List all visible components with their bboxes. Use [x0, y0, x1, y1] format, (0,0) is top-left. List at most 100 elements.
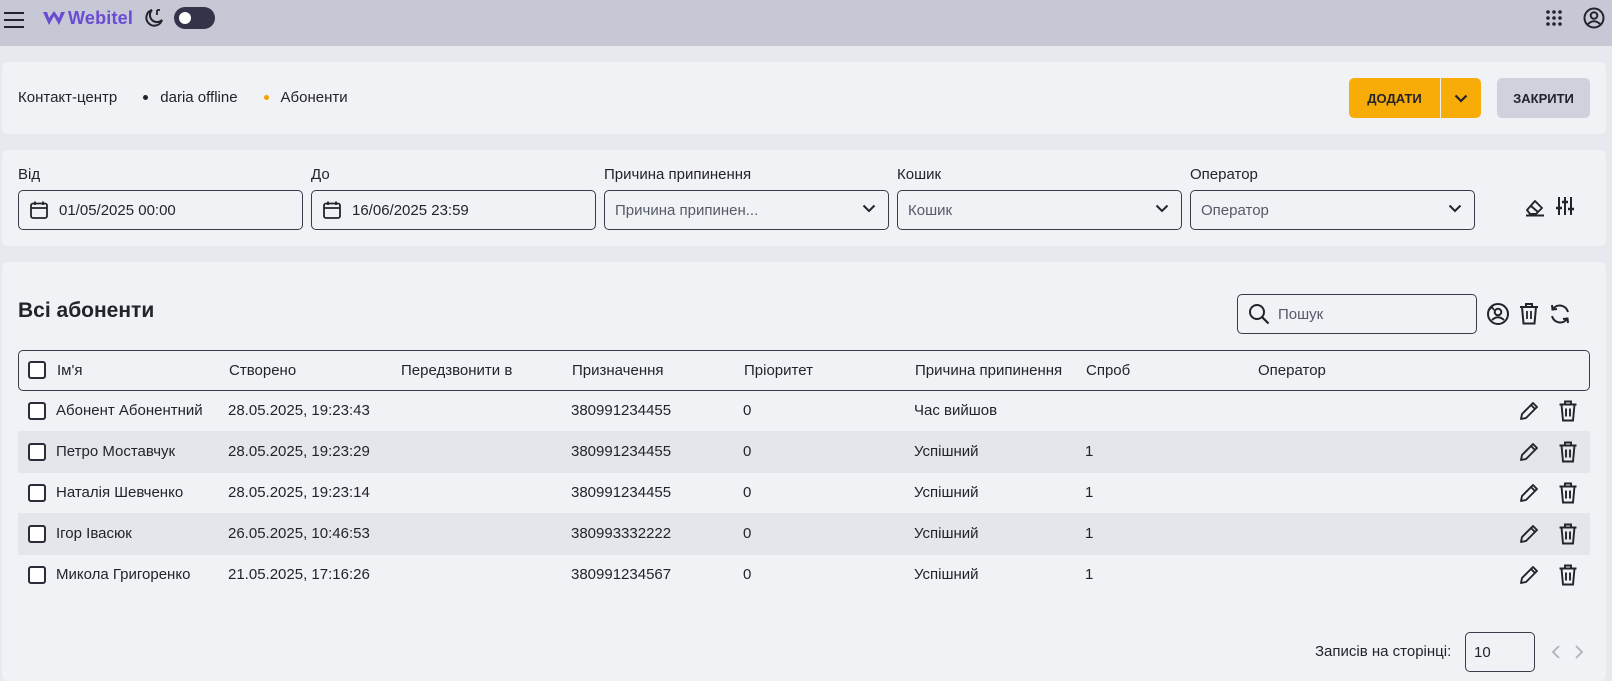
breadcrumb-separator-active — [263, 95, 269, 100]
filter-from: Від 01/05/2025 00:00 — [18, 166, 303, 230]
table-header: Ім'я Створено Передзвонити в Призначення… — [18, 350, 1590, 391]
table-row[interactable]: Абонент Абонентний 28.05.2025, 19:23:43 … — [18, 390, 1590, 432]
chevron-right-icon[interactable] — [1574, 644, 1584, 660]
moon-phone-icon[interactable] — [143, 7, 165, 29]
per-page-label: Записів на сторінці: — [1315, 643, 1452, 660]
cell-attempts: 1 — [1085, 525, 1094, 542]
calendar-icon — [323, 201, 341, 219]
cell-created: 21.05.2025, 17:16:26 — [228, 566, 370, 583]
delete-icon[interactable] — [1558, 523, 1578, 545]
chevron-down-icon — [1155, 204, 1169, 213]
table-row[interactable]: Наталія Шевченко 28.05.2025, 19:23:14 38… — [18, 472, 1590, 514]
delete-icon[interactable] — [1558, 564, 1578, 586]
filter-operator-select[interactable]: Оператор — [1190, 190, 1475, 230]
filter-bucket: Кошик Кошик — [897, 166, 1182, 230]
filter-bucket-placeholder: Кошик — [908, 201, 953, 219]
search-box[interactable] — [1237, 294, 1477, 334]
row-checkbox[interactable] — [28, 402, 46, 420]
column-header-operator[interactable]: Оператор — [1258, 362, 1326, 379]
cell-priority: 0 — [743, 525, 752, 542]
table-row[interactable]: Петро Моставчук 28.05.2025, 19:23:29 380… — [18, 431, 1590, 473]
delete-icon[interactable] — [1558, 400, 1578, 422]
column-header-callback[interactable]: Передзвонити в — [401, 362, 512, 379]
filter-reason: Причина припинення Причина припинен... — [604, 166, 889, 230]
delete-all-icon[interactable] — [1518, 302, 1540, 326]
filter-settings-icon[interactable] — [1555, 195, 1575, 217]
cell-priority: 0 — [743, 402, 752, 419]
refresh-icon[interactable] — [1548, 302, 1572, 326]
column-header-attempts[interactable]: Спроб — [1086, 362, 1130, 379]
cell-created: 28.05.2025, 19:23:43 — [228, 402, 370, 419]
logo-text: Webitel — [68, 8, 134, 28]
cell-name: Микола Григоренко — [56, 566, 191, 583]
webitel-logo-icon — [43, 10, 65, 25]
per-page-select[interactable]: 10 — [1465, 632, 1535, 672]
column-header-destination[interactable]: Призначення — [572, 362, 664, 379]
cell-destination: 380991234567 — [571, 566, 672, 583]
column-header-created[interactable]: Створено — [229, 362, 296, 379]
filters-panel: Від 01/05/2025 00:00 До 16/06/2025 23:59… — [2, 150, 1606, 246]
filter-from-input[interactable]: 01/05/2025 00:00 — [18, 190, 303, 230]
table-panel: Всі абоненти Ім'я Створено Передзвонити … — [2, 262, 1606, 681]
column-header-name[interactable]: Ім'я — [57, 362, 82, 379]
column-header-reason[interactable]: Причина припинення — [915, 362, 1062, 379]
table-row[interactable]: Микола Григоренко 21.05.2025, 17:16:26 3… — [18, 554, 1590, 596]
chevron-down-icon — [862, 204, 876, 213]
search-input[interactable] — [1278, 305, 1458, 323]
row-checkbox[interactable] — [28, 525, 46, 543]
eraser-icon[interactable] — [1524, 197, 1546, 217]
search-icon — [1249, 304, 1270, 325]
breadcrumb-item-dialer[interactable]: daria offline — [160, 89, 237, 106]
cell-priority: 0 — [743, 484, 752, 501]
apps-grid-icon[interactable] — [1545, 9, 1563, 27]
delete-icon[interactable] — [1558, 441, 1578, 463]
table-title: Всі абоненти — [18, 299, 155, 322]
cell-reason: Успішний — [914, 443, 979, 460]
account-circle-icon[interactable] — [1583, 7, 1605, 29]
chevron-left-icon[interactable] — [1551, 644, 1561, 660]
filter-reason-select[interactable]: Причина припинен... — [604, 190, 889, 230]
cell-created: 26.05.2025, 10:46:53 — [228, 525, 370, 542]
filter-reason-placeholder: Причина припинен... — [615, 201, 759, 219]
cell-destination: 380991234455 — [571, 402, 672, 419]
reset-operator-icon[interactable] — [1486, 302, 1510, 326]
edit-icon[interactable] — [1518, 400, 1540, 422]
top-bar: Webitel — [0, 0, 1612, 46]
breadcrumb: Контакт-центр daria offline Абоненти — [18, 89, 348, 106]
filter-from-label: Від — [18, 166, 41, 183]
edit-icon[interactable] — [1518, 482, 1540, 504]
filter-reason-label: Причина припинення — [604, 166, 752, 183]
row-checkbox[interactable] — [28, 566, 46, 584]
cell-name: Ігор Івасюк — [56, 525, 132, 542]
cell-attempts: 1 — [1085, 443, 1094, 460]
row-checkbox[interactable] — [28, 484, 46, 502]
edit-icon[interactable] — [1518, 441, 1540, 463]
breadcrumb-item-contact-center[interactable]: Контакт-центр — [18, 89, 117, 106]
edit-icon[interactable] — [1518, 564, 1540, 586]
select-all-checkbox[interactable] — [28, 361, 46, 379]
filter-operator: Оператор Оператор — [1190, 166, 1475, 230]
add-button[interactable]: ДОДАТИ — [1349, 78, 1440, 118]
theme-toggle[interactable] — [174, 7, 215, 29]
cell-name: Петро Моставчук — [56, 443, 176, 460]
filter-bucket-select[interactable]: Кошик — [897, 190, 1182, 230]
cell-reason: Успішний — [914, 525, 979, 542]
close-button[interactable]: ЗАКРИТИ — [1497, 78, 1590, 118]
cell-reason: Час вийшов — [914, 402, 998, 419]
add-dropdown-button[interactable] — [1441, 78, 1481, 118]
cell-name: Абонент Абонентний — [56, 402, 203, 419]
breadcrumb-item-subscribers: Абоненти — [280, 89, 348, 106]
cell-destination: 380991234455 — [571, 484, 672, 501]
filter-from-value: 01/05/2025 00:00 — [59, 201, 176, 219]
row-checkbox[interactable] — [28, 443, 46, 461]
table-row[interactable]: Ігор Івасюк 26.05.2025, 10:46:53 3809933… — [18, 513, 1590, 555]
column-header-priority[interactable]: Пріоритет — [744, 362, 813, 379]
filter-operator-placeholder: Оператор — [1201, 201, 1269, 219]
header-panel: Контакт-центр daria offline Абоненти ДОД… — [2, 62, 1606, 134]
menu-icon[interactable] — [4, 9, 26, 29]
filter-to-input[interactable]: 16/06/2025 23:59 — [311, 190, 596, 230]
cell-priority: 0 — [743, 566, 752, 583]
edit-icon[interactable] — [1518, 523, 1540, 545]
delete-icon[interactable] — [1558, 482, 1578, 504]
cell-name: Наталія Шевченко — [56, 484, 184, 501]
